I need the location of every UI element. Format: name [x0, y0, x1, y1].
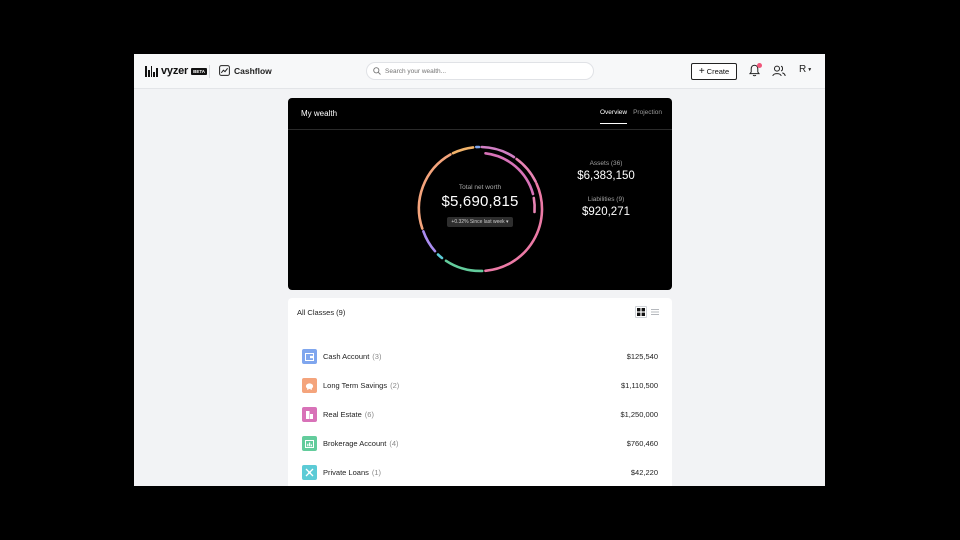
- wealth-divider: [288, 129, 672, 130]
- wealth-tabs: Overview Projection: [600, 109, 662, 124]
- class-count: (2): [390, 381, 400, 390]
- assets-value: $6,383,150: [577, 170, 635, 182]
- class-count: (3): [372, 352, 382, 361]
- wealth-card: My wealth Overview Projection Total net …: [288, 98, 672, 290]
- plus-icon: +: [698, 65, 705, 77]
- logo-text: vyzer: [161, 65, 189, 77]
- app-window: vyzer BETA Cashflow + Create: [134, 54, 825, 486]
- assets-label: Assets (36): [589, 160, 623, 167]
- classes-title: All Classes (9): [297, 308, 346, 317]
- view-toggle: [635, 306, 661, 318]
- tab-projection[interactable]: Projection: [633, 109, 662, 124]
- profile-menu-button[interactable]: R ▼: [799, 64, 812, 75]
- search-icon: [373, 67, 381, 75]
- net-worth-value: $5,690,815: [441, 193, 519, 210]
- classes-list: Cash Account (3) $125,540 Long Term Savi…: [302, 342, 658, 486]
- piggy-bank-icon: [302, 378, 317, 393]
- change-text: +0.32% Since last week: [451, 219, 505, 225]
- class-name: Private Loans: [323, 468, 369, 477]
- class-row-long-term-savings[interactable]: Long Term Savings (2) $1,110,500: [302, 371, 658, 400]
- caret-down-icon: ▼: [807, 66, 813, 73]
- class-name: Real Estate: [323, 410, 362, 419]
- create-label: Create: [706, 67, 730, 76]
- class-count: (6): [364, 410, 374, 419]
- grid-icon: [637, 308, 645, 316]
- liabilities-label: Liabilities (9): [587, 196, 625, 203]
- search-bar[interactable]: [366, 62, 594, 80]
- vyzer-logo[interactable]: vyzer BETA: [145, 65, 208, 77]
- beta-badge: BETA: [191, 67, 208, 75]
- top-navigation-bar: vyzer BETA Cashflow + Create: [134, 54, 825, 89]
- class-amount: $42,220: [630, 468, 658, 477]
- class-count: (4): [389, 439, 399, 448]
- class-row-cash-account[interactable]: Cash Account (3) $125,540: [302, 342, 658, 371]
- net-worth-label: Total net worth: [458, 184, 502, 191]
- handshake-icon: [302, 465, 317, 480]
- bar-chart-icon: [302, 436, 317, 451]
- wealth-title: My wealth: [301, 109, 338, 118]
- class-count: (1): [371, 468, 382, 477]
- list-icon: [651, 309, 659, 315]
- class-amount: $125,540: [626, 352, 658, 361]
- classes-card: All Classes (9) Cash Account (3) $125,54…: [288, 298, 672, 486]
- class-row-real-estate[interactable]: Real Estate (6) $1,250,000: [302, 400, 658, 429]
- class-name: Brokerage Account: [323, 439, 387, 448]
- class-name: Cash Account: [323, 352, 370, 361]
- chart-line-icon: [219, 65, 230, 76]
- class-name: Long Term Savings: [323, 381, 388, 390]
- liabilities-value: $920,271: [582, 206, 630, 218]
- assets-liabilities-summary: Assets (36) $6,383,150 Liabilities (9) $…: [566, 160, 646, 218]
- header-divider: [209, 65, 210, 78]
- list-view-button[interactable]: [649, 306, 661, 318]
- net-worth-summary: Total net worth $5,690,815 +0.32% Since …: [419, 184, 541, 228]
- cashflow-link[interactable]: Cashflow: [219, 65, 272, 76]
- net-worth-change-dropdown[interactable]: +0.32% Since last week ▾: [447, 217, 513, 227]
- tab-overview[interactable]: Overview: [600, 109, 628, 124]
- notification-badge: [757, 63, 762, 68]
- class-amount: $1,250,000: [620, 410, 658, 419]
- create-button[interactable]: + Create: [691, 63, 737, 80]
- cashflow-label: Cashflow: [234, 65, 272, 76]
- users-icon: [772, 65, 786, 77]
- search-input[interactable]: [385, 67, 575, 75]
- caret-down-icon: ▾: [506, 219, 509, 225]
- notifications-button[interactable]: [749, 63, 762, 82]
- class-row-brokerage-account[interactable]: Brokerage Account (4) $760,460: [302, 429, 658, 458]
- avatar-initial: R: [799, 64, 807, 75]
- users-button[interactable]: [772, 64, 786, 82]
- grid-view-button[interactable]: [635, 306, 647, 318]
- building-icon: [302, 407, 317, 422]
- logo-bars-icon: [145, 65, 158, 77]
- class-amount: $760,460: [626, 439, 658, 448]
- class-row-private-loans[interactable]: Private Loans (1) $42,220: [302, 458, 658, 486]
- class-amount: $1,110,500: [621, 381, 658, 390]
- wallet-icon: [302, 349, 317, 364]
